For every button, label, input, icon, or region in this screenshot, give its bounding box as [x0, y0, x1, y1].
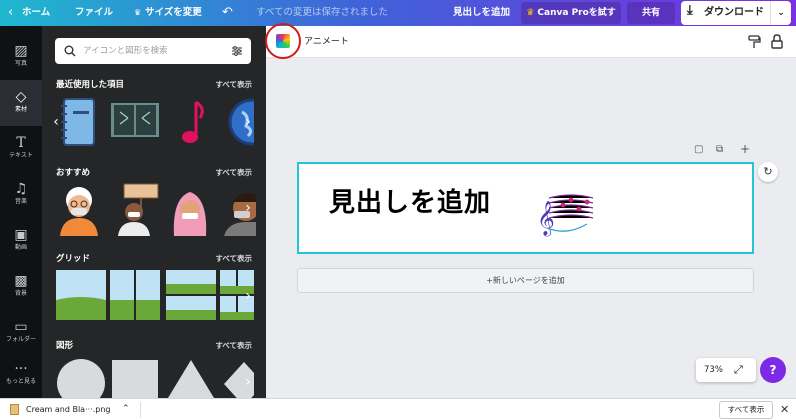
search-input[interactable]: アイコンと図形を検索 [83, 38, 168, 64]
note-icon[interactable]: ▢ [694, 144, 703, 155]
downloaded-file-name[interactable]: Cream and Bla···.png [26, 399, 110, 420]
see-all-shapes-link[interactable]: すべて表示 [215, 340, 252, 351]
design-page[interactable]: 見出しを追加 𝄞 [297, 162, 754, 254]
elements-panel: アイコンと図形を検索 最近使用した項目 すべて表示 ‹ › おすすめ すべて表示… [42, 26, 266, 398]
share-button[interactable]: 共有 [627, 2, 675, 24]
background-icon: ▩ [14, 273, 28, 289]
grid-two-column-thumbnail[interactable] [110, 270, 160, 320]
rail-item-music[interactable]: ♫ 音楽 [0, 172, 42, 218]
home-button[interactable]: ホーム [22, 0, 50, 26]
download-button[interactable]: ⤓ ダウンロード ⌄ [681, 1, 791, 25]
file-menu[interactable]: ファイル [75, 0, 113, 26]
recent-music-note-thumbnail[interactable] [170, 96, 210, 148]
duplicate-icon[interactable]: ⧉ [716, 144, 723, 155]
music-staff-graphic[interactable]: 𝄞 [537, 190, 597, 238]
text-icon: T [16, 135, 26, 151]
recent-next-arrow[interactable]: › [242, 112, 254, 132]
rail-item-video[interactable]: ▣ 動画 [0, 218, 42, 264]
search-field[interactable]: アイコンと図形を検索 [55, 38, 251, 64]
grid-two-row-thumbnail[interactable] [166, 270, 216, 320]
elements-icon: ◇ [15, 89, 27, 105]
rail-item-text[interactable]: T テキスト [0, 126, 42, 172]
add-icon[interactable]: + [740, 142, 750, 156]
more-icon: ··· [14, 361, 28, 377]
shape-circle-thumbnail[interactable] [56, 358, 106, 398]
back-chevron-icon[interactable]: ‹ [8, 0, 13, 26]
rail-item-background[interactable]: ▩ 背景 [0, 264, 42, 310]
recommended-granny-thumbnail[interactable] [54, 182, 104, 236]
see-all-grid-link[interactable]: すべて表示 [215, 253, 252, 264]
grid-next-arrow[interactable]: › [242, 286, 254, 306]
download-icon: ⤓ [687, 3, 693, 18]
image-file-icon [10, 404, 19, 415]
close-icon[interactable]: ✕ [780, 399, 789, 420]
divider [140, 402, 141, 418]
section-title-shapes: 図形 [56, 341, 74, 351]
recent-open-book-thumbnail[interactable] [108, 98, 162, 142]
section-title-grid: グリッド [56, 254, 91, 264]
crown-icon: ♛ [134, 8, 142, 17]
paint-roller-icon[interactable] [747, 35, 761, 49]
folder-icon: ▭ [14, 319, 28, 335]
see-all-recommended-link[interactable]: すべて表示 [215, 167, 252, 178]
crown-icon: ♛ [526, 8, 535, 18]
rail-item-elements[interactable]: ◇ 素材 [0, 80, 42, 126]
add-page-button[interactable]: +新しいページを追加 [297, 268, 754, 293]
video-icon: ▣ [14, 227, 28, 243]
show-all-downloads-button[interactable]: すべて表示 [719, 401, 773, 419]
animate-button[interactable]: アニメート [304, 26, 349, 58]
download-bar: Cream and Bla···.png ⌃ すべて表示 ✕ [0, 398, 796, 420]
refresh-icon[interactable]: ↻ [758, 162, 778, 182]
recent-notebook-thumbnail[interactable] [56, 96, 100, 148]
recommended-hijab-woman-thumbnail[interactable] [166, 182, 214, 236]
section-title-recent: 最近使用した項目 [56, 80, 125, 90]
see-all-recent-link[interactable]: すべて表示 [215, 79, 252, 90]
undo-icon[interactable]: ↶ [222, 0, 233, 26]
file-options-chevron-icon[interactable]: ⌃ [122, 399, 130, 420]
photo-icon: ▨ [14, 43, 28, 59]
shape-triangle-thumbnail[interactable] [166, 358, 216, 398]
svg-text:𝄞: 𝄞 [537, 201, 555, 237]
filter-icon[interactable] [231, 45, 243, 57]
search-icon [64, 45, 76, 57]
music-icon: ♫ [14, 181, 28, 197]
download-label: ダウンロード [704, 7, 764, 18]
color-picker-highlight-ring [265, 23, 301, 59]
add-heading-button[interactable]: 見出しを追加 [453, 0, 510, 26]
editor-toolbar: アニメート [265, 23, 796, 59]
canva-pro-button[interactable]: ♛ Canva Proを試す [521, 2, 621, 24]
recommended-protester-thumbnail[interactable] [114, 182, 160, 236]
lock-icon[interactable] [771, 34, 783, 49]
rail-item-more[interactable]: ··· もっと見る [0, 352, 42, 398]
rail-item-folder[interactable]: ▭ フォルダー [0, 310, 42, 356]
chevron-down-icon[interactable]: ⌄ [770, 1, 791, 25]
resize-button[interactable]: サイズを変更 [145, 0, 202, 26]
shape-square-thumbnail[interactable] [110, 358, 160, 398]
zoom-value: 73% [704, 365, 723, 375]
recent-prev-arrow[interactable]: ‹ [50, 112, 62, 132]
canva-pro-label: Canva Proを試す [537, 8, 616, 18]
save-status: すべての変更は保存されました [256, 7, 388, 18]
rail-item-photos[interactable]: ▨ 写真 [0, 34, 42, 80]
zoom-control[interactable]: 73% ⤢ [696, 358, 756, 382]
help-button[interactable]: ? [760, 357, 786, 383]
top-bar: ‹ ホーム ファイル ♛ サイズを変更 ↶ すべての変更は保存されました 見出し… [0, 0, 796, 26]
recommended-next-arrow[interactable]: › [242, 198, 254, 218]
shapes-next-arrow[interactable]: › [242, 372, 254, 392]
fullscreen-icon[interactable]: ⤢ [734, 358, 743, 382]
section-title-recommended: おすすめ [56, 168, 91, 178]
grid-single-thumbnail[interactable] [56, 270, 106, 320]
heading-text[interactable]: 見出しを追加 [329, 182, 491, 219]
side-rail: ▨ 写真 ◇ 素材 T テキスト ♫ 音楽 ▣ 動画 ▩ 背景 ▭ フォルダー … [0, 26, 42, 398]
